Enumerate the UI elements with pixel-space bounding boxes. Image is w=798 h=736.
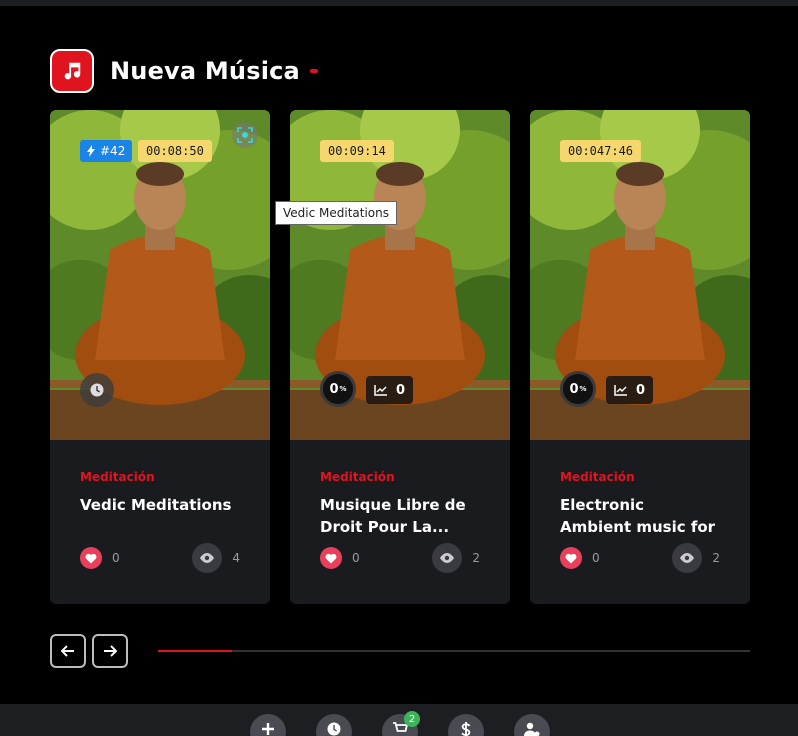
next-button[interactable] (92, 634, 128, 668)
title-tooltip: Vedic Meditations (275, 201, 398, 225)
duration-badge: 00:09:14 (320, 140, 394, 162)
card-category[interactable]: Meditación (560, 470, 720, 484)
likes[interactable]: 0 (560, 547, 600, 569)
trending-icon (614, 385, 627, 396)
trend-count: 0 (396, 382, 406, 398)
percent-sign: % (579, 385, 587, 393)
add-button[interactable] (250, 714, 286, 736)
likes-count: 0 (592, 551, 600, 565)
music-card[interactable]: 00:09:14 0% 0 Meditación Musique Libre d… (290, 110, 510, 604)
progress-percent: 0 (329, 381, 339, 397)
card-category[interactable]: Meditación (320, 470, 480, 484)
music-card[interactable]: #42 00:08:50 Meditación Vedic Meditation… (50, 110, 270, 604)
card-title[interactable]: Musique Libre de Droit Pour La... (320, 494, 480, 538)
carousel-progress[interactable] (158, 650, 750, 652)
bottom-bar: 2 (0, 704, 798, 736)
card-thumbnail[interactable]: #42 00:08:50 (50, 110, 270, 440)
likes-count: 0 (112, 551, 120, 565)
rank-label: #42 (100, 144, 126, 158)
user-settings-icon (524, 722, 540, 736)
scan-icon[interactable] (232, 122, 258, 148)
eye-icon (432, 543, 463, 573)
top-bar (0, 0, 798, 6)
music-note-icon (50, 49, 94, 93)
views: 2 (432, 543, 480, 573)
card-thumbnail[interactable]: 00:09:14 0% 0 (290, 110, 510, 440)
likes[interactable]: 0 (320, 547, 360, 569)
cart-button[interactable]: 2 (382, 711, 420, 736)
lightning-icon (87, 145, 95, 157)
carousel-progress-fill (158, 650, 232, 652)
views-count: 4 (232, 551, 240, 565)
card-category[interactable]: Meditación (80, 470, 240, 484)
trend-count: 0 (636, 382, 646, 398)
views: 2 (672, 543, 720, 573)
previous-button[interactable] (50, 634, 86, 668)
trend-chip: 0 (606, 376, 654, 404)
section-title: Nueva Música (110, 57, 300, 85)
views-count: 2 (712, 551, 720, 565)
views-count: 2 (472, 551, 480, 565)
views: 4 (192, 543, 240, 573)
card-title[interactable]: Electronic Ambient music for relaxatio..… (560, 494, 720, 538)
history-button[interactable] (316, 714, 352, 736)
card-thumbnail[interactable]: 00:047:46 0% 0 (530, 110, 750, 440)
eye-icon (672, 543, 703, 573)
section-header: Nueva Música (50, 49, 318, 93)
account-settings-button[interactable] (514, 714, 550, 736)
heart-icon[interactable] (320, 547, 342, 569)
dollar-icon (461, 722, 471, 736)
progress-percent: 0 (569, 381, 579, 397)
plus-icon (262, 723, 274, 735)
trending-icon (374, 385, 387, 396)
clock-icon (90, 383, 104, 397)
percent-sign: % (339, 385, 347, 393)
card-title[interactable]: Vedic Meditations (80, 494, 240, 538)
arrow-right-icon (104, 645, 117, 657)
progress-ring: 0% (320, 371, 356, 407)
trend-chip: 0 (366, 376, 414, 404)
arrow-left-icon (61, 645, 74, 657)
cart-count-badge: 2 (404, 711, 420, 727)
eye-icon (192, 543, 223, 573)
clock-icon (327, 722, 341, 736)
wallet-button[interactable] (448, 714, 484, 736)
music-card[interactable]: 00:047:46 0% 0 Meditación Electronic Amb… (530, 110, 750, 604)
likes-count: 0 (352, 551, 360, 565)
progress-ring: 0% (560, 371, 596, 407)
rank-badge: #42 (80, 140, 133, 162)
heart-icon[interactable] (560, 547, 582, 569)
title-accent-dot (309, 69, 318, 73)
duration-badge: 00:047:46 (560, 140, 642, 162)
watch-later-button[interactable] (80, 373, 114, 407)
duration-badge: 00:08:50 (138, 140, 212, 162)
likes[interactable]: 0 (80, 547, 120, 569)
heart-icon[interactable] (80, 547, 102, 569)
